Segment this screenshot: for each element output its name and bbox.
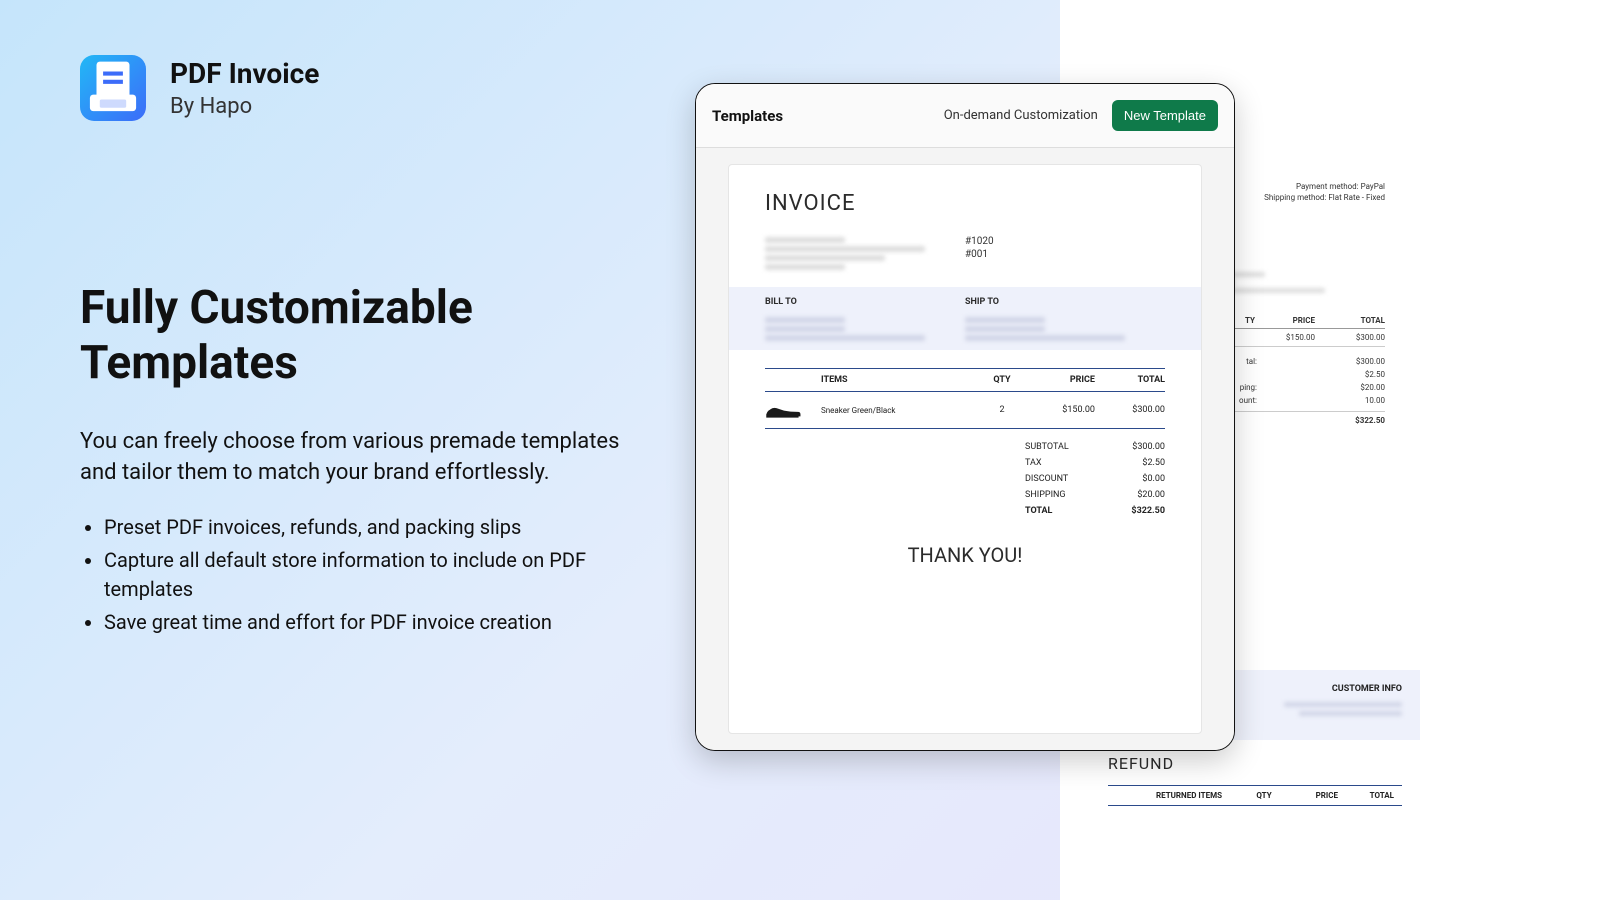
templates-heading: Templates — [712, 107, 783, 125]
hero-bullets: Preset PDF invoices, refunds, and packin… — [80, 513, 640, 637]
hero-subheading: You can freely choose from various prema… — [80, 427, 640, 489]
table-row: Sneaker Green/Black 2 $150.00 $300.00 — [765, 392, 1165, 429]
bullet-item: Preset PDF invoices, refunds, and packin… — [104, 513, 640, 542]
bill-ship-section: BILL TO SHIP TO — [729, 287, 1201, 350]
item-total: $300.00 — [1095, 405, 1165, 415]
ship-to-label: SHIP TO — [965, 297, 1165, 307]
item-name: Sneaker Green/Black — [821, 406, 979, 415]
bg-shipping-method: Shipping method: Flat Rate - Fixed — [1264, 193, 1385, 202]
item-qty: 2 — [979, 405, 1025, 415]
invoice-items-table: ITEMS QTY PRICE TOTAL Sneaker Green/Blac… — [729, 368, 1201, 519]
marketing-column: PDF Invoice By Hapo Fully Customizable T… — [80, 55, 640, 641]
col-qty: QTY — [979, 375, 1025, 385]
window-header: Templates On-demand Customization New Te… — [696, 84, 1234, 148]
bullet-item: Save great time and effort for PDF invoi… — [104, 608, 640, 637]
on-demand-customization-link[interactable]: On-demand Customization — [944, 108, 1098, 123]
col-price: PRICE — [1025, 375, 1095, 385]
thank-you-message: THANK YOU! — [729, 543, 1201, 567]
item-price: $150.00 — [1025, 405, 1095, 415]
col-items: ITEMS — [821, 375, 979, 385]
new-template-button[interactable]: New Template — [1112, 100, 1218, 131]
app-header: PDF Invoice By Hapo — [80, 55, 640, 121]
bill-to-label: BILL TO — [765, 297, 965, 307]
bg-payment-method: Payment method: PayPal — [1296, 182, 1385, 191]
window-body: INVOICE #1020 #001 BILL TO — [696, 148, 1234, 750]
invoice-document: INVOICE #1020 #001 BILL TO — [728, 164, 1202, 734]
invoice-title: INVOICE — [765, 191, 1165, 216]
invoice-number: #001 — [965, 249, 1165, 260]
invoice-totals: SUBTOTAL$300.00 TAX$2.50 DISCOUNT$0.00 S… — [765, 439, 1165, 519]
bullet-item: Capture all default store information to… — [104, 546, 640, 604]
col-total: TOTAL — [1095, 375, 1165, 385]
app-title: PDF Invoice — [170, 57, 319, 90]
refund-table-header: RETURNED ITEMS QTY PRICE TOTAL — [1108, 785, 1402, 806]
sneaker-icon — [765, 400, 803, 420]
app-byline: By Hapo — [170, 94, 319, 119]
refund-title: REFUND — [1108, 754, 1402, 773]
invoice-order-number: #1020 — [965, 236, 1165, 247]
document-printer-icon — [80, 55, 146, 121]
pdf-invoice-icon — [80, 55, 146, 121]
hero-heading: Fully Customizable Templates — [80, 281, 640, 391]
template-preview-window: Templates On-demand Customization New Te… — [695, 83, 1235, 751]
